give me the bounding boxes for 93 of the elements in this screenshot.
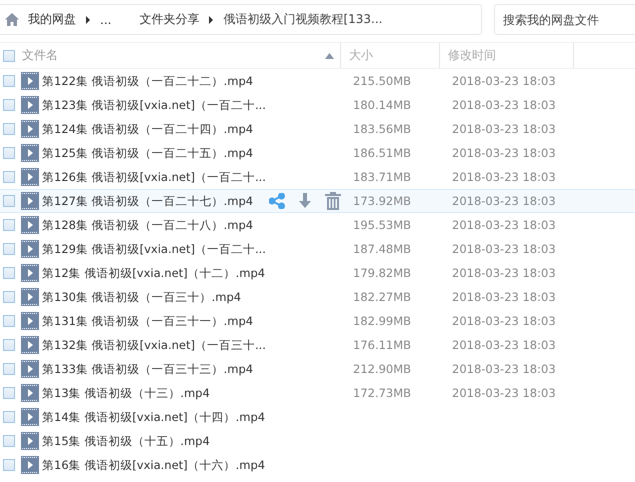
video-file-icon [21,336,39,354]
checkbox[interactable] [3,147,15,159]
home-icon[interactable] [5,13,19,26]
file-size: 176.11MB [353,338,412,352]
modified-date: 2018-03-23 18:03 [452,170,556,184]
modified-date: 2018-03-23 18:03 [452,242,556,256]
modified-date: 2018-03-23 18:03 [452,314,556,328]
video-file-icon [21,144,39,162]
modified-date: 2018-03-23 18:03 [452,146,556,160]
checkbox[interactable] [3,243,15,255]
file-size: 212.90MB [353,362,412,376]
file-size: 187.48MB [353,242,412,256]
modified-date: 2018-03-23 18:03 [452,386,556,400]
file-name[interactable]: 第122集 俄语初级（一百二十二）.mp4 [42,74,254,88]
checkbox[interactable] [3,219,15,231]
file-size: 172.73MB [353,386,412,400]
file-name[interactable]: 第16集 俄语初级[vxia.net]（十六）.mp4 [42,458,266,472]
checkbox[interactable] [3,459,15,471]
modified-date: 2018-03-23 18:03 [452,266,556,280]
checkbox[interactable] [3,75,15,87]
video-file-icon [21,360,39,378]
share-icon[interactable] [269,193,286,209]
checkbox[interactable] [3,363,15,375]
file-name[interactable]: 第131集 俄语初级（一百三十一）.mp4 [42,314,254,328]
checkbox[interactable] [3,267,15,279]
checkbox[interactable] [3,50,15,62]
file-size: 173.92MB [353,194,412,208]
modified-date: 2018-03-23 18:03 [452,98,556,112]
file-size: 182.99MB [353,314,412,328]
file-name[interactable]: 第14集 俄语初级[vxia.net]（十四）.mp4 [42,410,266,424]
checkbox[interactable] [3,435,15,447]
download-icon[interactable] [298,193,312,209]
file-size: 179.82MB [353,266,412,280]
video-file-icon [21,384,39,402]
file-size: 215.50MB [353,74,412,88]
file-name[interactable]: 第133集 俄语初级（一百三十三）.mp4 [42,362,254,376]
file-name[interactable]: 第123集 俄语初级[vxia.net]（一百二十... [42,98,266,112]
checkbox[interactable] [3,387,15,399]
modified-date: 2018-03-23 18:03 [452,74,556,88]
modified-date: 2018-03-23 18:03 [452,338,556,352]
search-field[interactable]: 搜索我的网盘文件 [494,4,635,35]
checkbox[interactable] [3,339,15,351]
breadcrumb-link[interactable]: 俄语初级入门视频教程[133... [223,11,382,28]
ellipsis-link[interactable]: ... [100,12,112,26]
checkbox[interactable] [3,315,15,327]
sort-arrow-icon [325,52,334,58]
trash-icon[interactable] [325,192,342,210]
file-size: 180.14MB [353,98,412,112]
file-name[interactable]: 第15集 俄语初级（十五）.mp4 [42,434,210,448]
breadcrumb-link[interactable]: 文件夹分享 [139,11,200,28]
video-file-icon [21,408,39,426]
file-name[interactable]: 第13集 俄语初级（十三）.mp4 [42,386,210,400]
file-size: 183.71MB [353,170,412,184]
video-file-icon [21,168,39,186]
video-file-icon [21,216,39,234]
file-name[interactable]: 第130集 俄语初级（一百三十）.mp4 [42,290,242,304]
video-file-icon [21,96,39,114]
chevron-icon [85,14,91,24]
modified-date: 2018-03-23 18:03 [452,194,556,208]
file-name[interactable]: 第132集 俄语初级[vxia.net]（一百三十... [42,338,266,352]
file-size: 183.56MB [353,122,412,136]
video-file-icon [21,456,39,474]
video-file-icon [21,72,39,90]
file-name[interactable]: 第128集 俄语初级（一百二十八）.mp4 [42,218,254,232]
row-highlight[interactable]: 第127集 俄语初级（一百二十七）.mp4 173.92MB 2018-03-23 18:03 [0,189,635,213]
checkbox[interactable] [3,99,15,111]
video-file-icon [21,240,39,258]
modified-date: 2018-03-23 18:03 [452,362,556,376]
file-size: 195.53MB [353,218,412,232]
modified-date: 2018-03-23 18:03 [452,290,556,304]
file-name[interactable]: 第129集 俄语初级[vxia.net]（一百二十... [42,242,266,256]
file-size: 182.27MB [353,290,412,304]
video-file-icon [21,120,39,138]
checkbox[interactable] [3,291,15,303]
video-file-icon [21,192,39,210]
modified-date: 2018-03-23 18:03 [452,122,556,136]
file-name[interactable]: 第127集 俄语初级（一百二十七）.mp4 [42,194,254,208]
checkbox[interactable] [3,171,15,183]
file-name[interactable]: 第126集 俄语初级[vxia.net]（一百二十... [42,170,266,184]
modified-date: 2018-03-23 18:03 [452,218,556,232]
breadcrumb-link[interactable]: 我的网盘 [28,11,76,28]
file-name[interactable]: 第124集 俄语初级（一百二十四）.mp4 [42,122,254,136]
video-file-icon [21,312,39,330]
file-name[interactable]: 第12集 俄语初级[vxia.net]（十二）.mp4 [42,266,266,280]
file-name[interactable]: 第125集 俄语初级（一百二十五）.mp4 [42,146,254,160]
checkbox[interactable] [3,411,15,423]
checkbox[interactable] [3,123,15,135]
file-size: 186.51MB [353,146,412,160]
video-file-icon [21,288,39,306]
video-file-icon [21,432,39,450]
video-file-icon [21,264,39,282]
chevron-icon [208,14,214,24]
checkbox[interactable] [3,195,15,207]
